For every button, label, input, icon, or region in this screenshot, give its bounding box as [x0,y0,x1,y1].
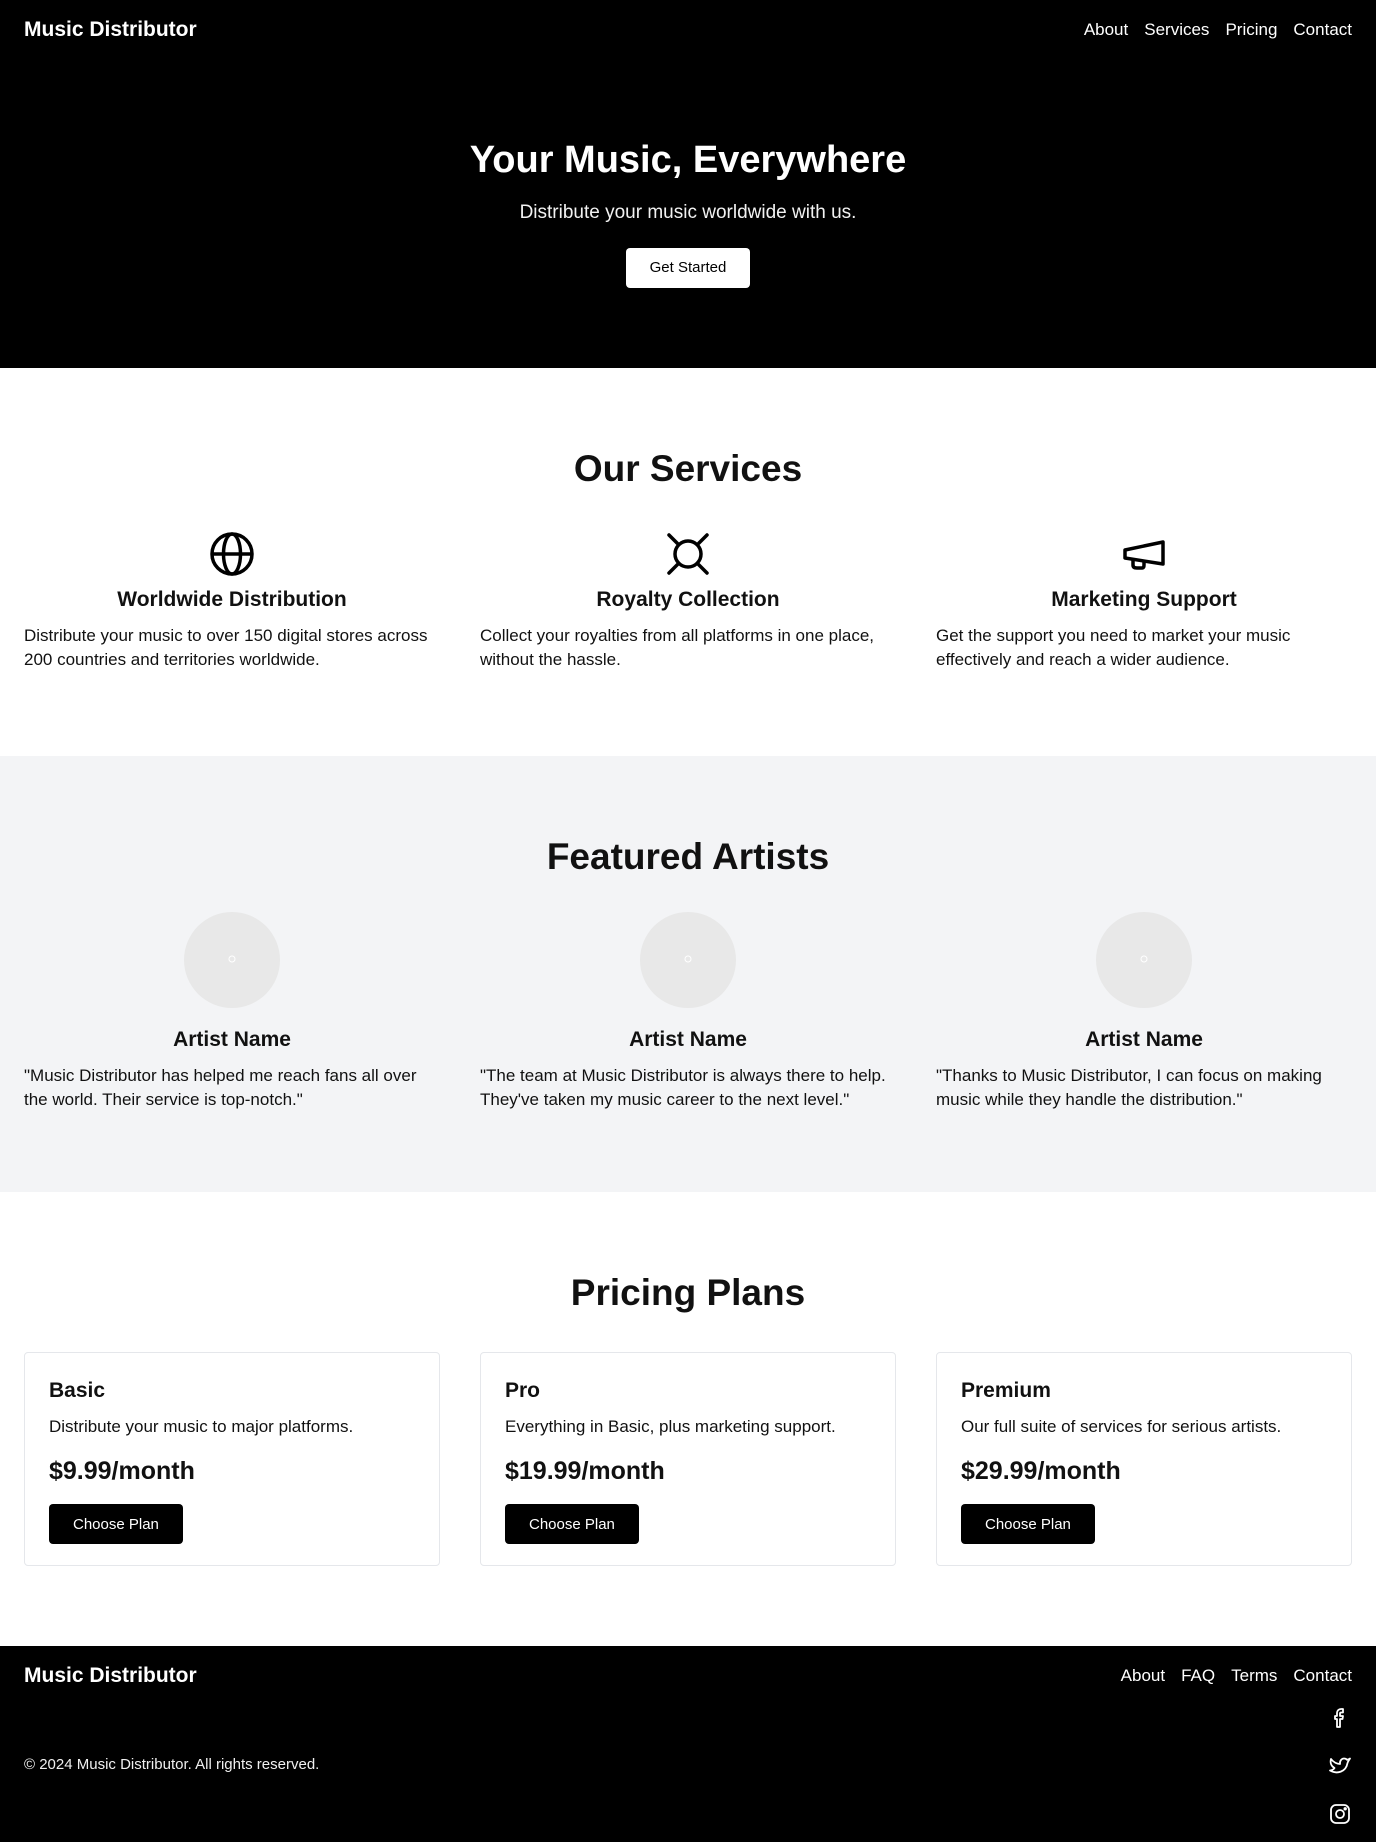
plan-description: Our full suite of services for serious a… [961,1417,1282,1436]
plan-price: $19.99/month [505,1457,665,1485]
service-text: Distribute your music to over 150 digita… [24,626,428,669]
copyright-text: © 2024 Music Distributor. All rights res… [24,1756,320,1773]
avatar [1096,912,1192,1008]
services-section: Our Services Worldwide Distribution Dist… [0,368,1376,756]
service-title: Royalty Collection [596,588,780,611]
nav-links: About Services Pricing Contact [1084,20,1352,40]
twitter-icon[interactable] [1328,1754,1352,1778]
image-placeholder-icon [227,951,237,969]
nav-link-about[interactable]: About [1084,20,1128,40]
pricing-section: Pricing Plans Basic Distribute your musi… [0,1192,1376,1646]
facebook-icon[interactable] [1328,1706,1352,1730]
pricing-title: Pricing Plans [570,1272,806,1313]
artist-name: Artist Name [629,1028,747,1051]
artists-grid: Artist Name "Music Distributor has helpe… [0,912,1376,1112]
avatar [640,912,736,1008]
footer-link-about[interactable]: About [1121,1666,1165,1686]
artist-name: Artist Name [1085,1028,1203,1051]
choose-plan-button[interactable]: Choose Plan [961,1504,1095,1544]
plan-price: $9.99/month [49,1457,195,1485]
hero-subtitle: Distribute your music worldwide with us. [519,202,857,223]
pricing-card-basic: Basic Distribute your music to major pla… [24,1352,440,1566]
artist-quote: "Thanks to Music Distributor, I can focu… [936,1066,1322,1109]
service-title: Worldwide Distribution [117,588,347,611]
pricing-grid: Basic Distribute your music to major pla… [0,1352,1376,1566]
artist-card: Artist Name "Music Distributor has helpe… [24,912,440,1112]
brand-logo[interactable]: Music Distributor [24,18,197,42]
artist-card: Artist Name "The team at Music Distribut… [480,912,896,1112]
nav-link-services[interactable]: Services [1144,20,1209,40]
service-card: Royalty Collection Collect your royaltie… [480,530,896,672]
plan-name: Premium [961,1379,1051,1402]
services-grid: Worldwide Distribution Distribute your m… [0,530,1376,672]
artists-section: Featured Artists Artist Name "Music Dist… [0,756,1376,1192]
artist-quote: "Music Distributor has helped me reach f… [24,1066,417,1109]
nav-link-contact[interactable]: Contact [1293,20,1352,40]
image-placeholder-icon [683,951,693,969]
currency-icon [664,530,712,578]
artist-name: Artist Name [173,1028,291,1051]
service-card: Worldwide Distribution Distribute your m… [24,530,440,672]
hero-title: Your Music, Everywhere [469,139,907,181]
plan-description: Distribute your music to major platforms… [49,1417,354,1436]
footer-link-faq[interactable]: FAQ [1181,1666,1215,1686]
hero-content: Your Music, Everywhere Distribute your m… [0,60,1376,288]
service-text: Get the support you need to market your … [936,626,1291,669]
footer-link-terms[interactable]: Terms [1231,1666,1277,1686]
get-started-button[interactable]: Get Started [625,248,751,288]
pricing-card-premium: Premium Our full suite of services for s… [936,1352,1352,1566]
social-links [1328,1706,1352,1826]
top-nav: Music Distributor About Services Pricing… [0,0,1376,60]
footer-brand[interactable]: Music Distributor [24,1664,197,1688]
pricing-card-pro: Pro Everything in Basic, plus marketing … [480,1352,896,1566]
globe-icon [208,530,256,578]
services-title: Our Services [573,448,803,489]
megaphone-icon [1120,530,1168,578]
service-title: Marketing Support [1051,588,1237,611]
nav-link-pricing[interactable]: Pricing [1225,20,1277,40]
plan-description: Everything in Basic, plus marketing supp… [505,1417,836,1436]
service-text: Collect your royalties from all platform… [480,626,874,669]
choose-plan-button[interactable]: Choose Plan [49,1504,183,1544]
plan-name: Pro [505,1379,541,1402]
footer: Music Distributor About FAQ Terms Contac… [0,1646,1376,1842]
plan-price: $29.99/month [961,1457,1121,1485]
hero-section: Music Distributor About Services Pricing… [0,0,1376,368]
plan-name: Basic [49,1379,106,1402]
footer-link-contact[interactable]: Contact [1293,1666,1352,1686]
instagram-icon[interactable] [1328,1802,1352,1826]
artist-quote: "The team at Music Distributor is always… [480,1066,886,1109]
choose-plan-button[interactable]: Choose Plan [505,1504,639,1544]
footer-links: About FAQ Terms Contact [1121,1666,1352,1686]
image-placeholder-icon [1139,951,1149,969]
service-card: Marketing Support Get the support you ne… [936,530,1352,672]
artists-title: Featured Artists [546,836,830,877]
artist-card: Artist Name "Thanks to Music Distributor… [936,912,1352,1112]
avatar [184,912,280,1008]
